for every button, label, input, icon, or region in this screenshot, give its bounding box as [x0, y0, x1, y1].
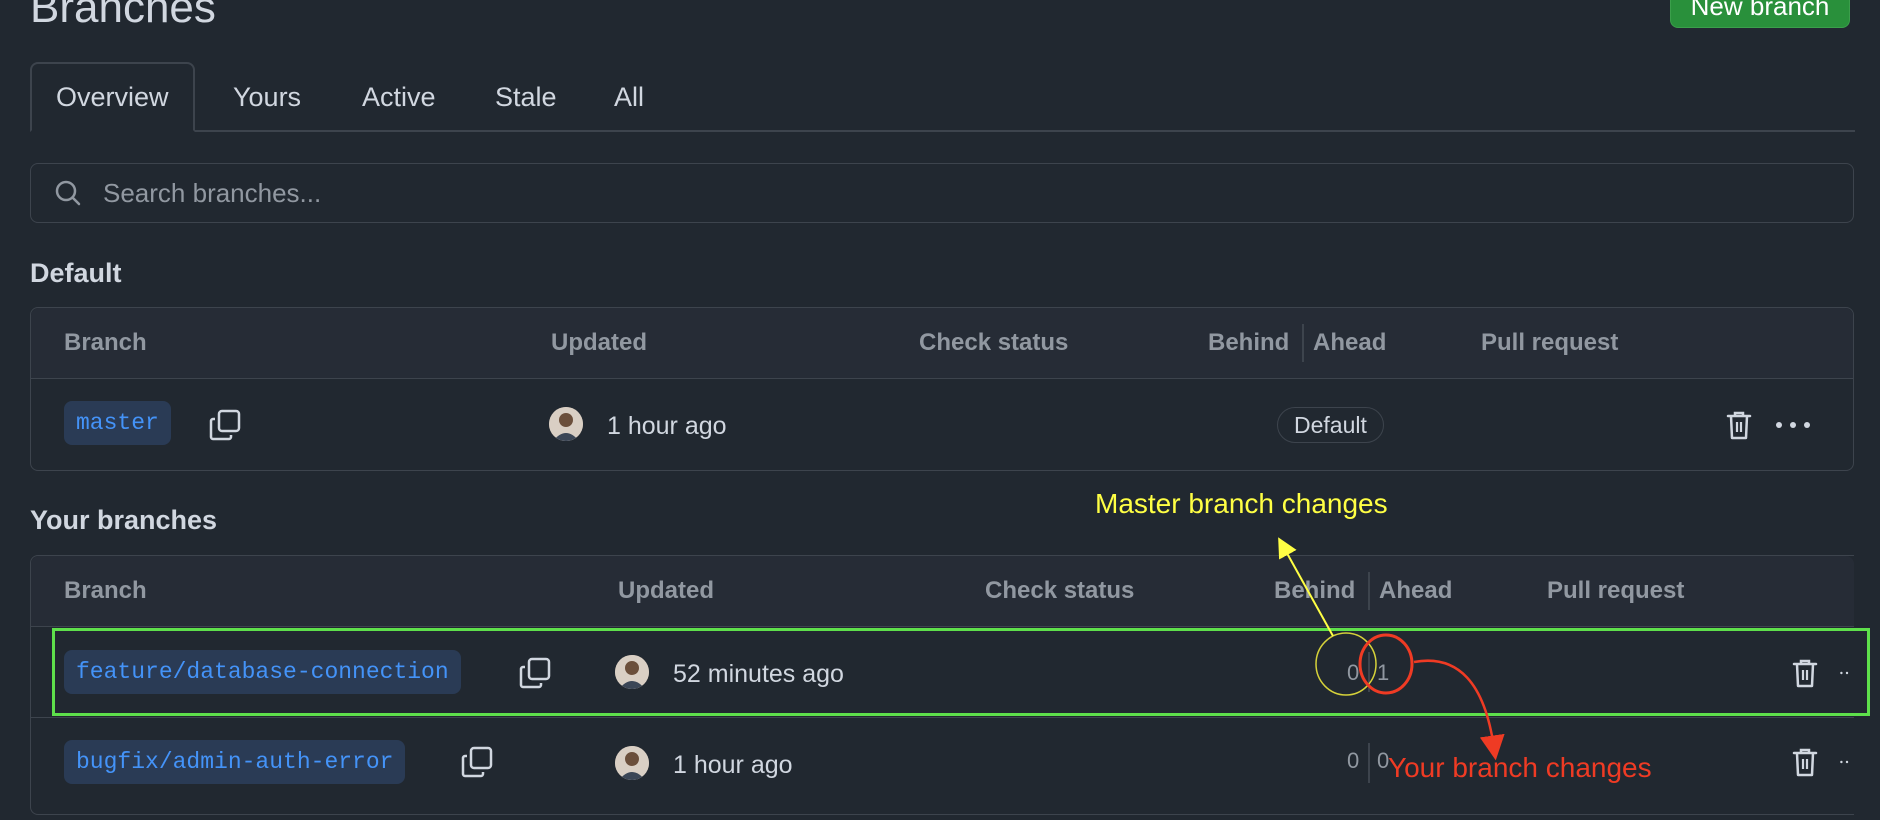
your-branches-section-title: Your branches: [30, 505, 218, 535]
your-changes-annotation: Your branch changes: [1388, 752, 1652, 783]
behind-count: 0: [1347, 748, 1360, 773]
count-divider: [1368, 743, 1370, 783]
branch-name-link[interactable]: bugfix/admin-auth-error: [64, 740, 406, 784]
header-updated: Updated: [551, 329, 647, 356]
trash-icon[interactable]: [1787, 655, 1823, 691]
table-row: feature/database-connection 52 minutes a…: [31, 627, 1854, 717]
header-divider: [1302, 324, 1304, 362]
master-changes-annotation: Master branch changes: [1095, 488, 1388, 519]
header-behind: Behind: [1208, 329, 1290, 356]
trash-icon[interactable]: [1721, 407, 1757, 443]
header-branch: Branch: [64, 577, 147, 604]
new-branch-button[interactable]: New branch: [1670, 0, 1850, 28]
branch-tabs: Overview Yours Active Stale All: [30, 62, 1855, 132]
count-divider: [1368, 652, 1370, 692]
kebab-horizontal-icon[interactable]: [1839, 756, 1855, 768]
search-icon: [51, 176, 85, 210]
copy-icon[interactable]: [207, 407, 243, 443]
header-divider: [1368, 572, 1370, 610]
tab-overview[interactable]: Overview: [30, 62, 195, 132]
search-box[interactable]: [30, 163, 1854, 223]
header-ahead: Ahead: [1313, 329, 1387, 356]
header-behind: Behind: [1274, 577, 1356, 604]
page-title: Branches: [30, 0, 216, 32]
behind-count: 0: [1347, 660, 1360, 685]
tab-all[interactable]: All: [614, 62, 644, 132]
kebab-horizontal-icon[interactable]: [1839, 667, 1855, 679]
avatar: [615, 746, 649, 780]
table-header: Branch Updated Check status Behind Ahead…: [31, 308, 1853, 379]
ahead-count: 1: [1377, 660, 1390, 685]
updated-time: 52 minutes ago: [673, 660, 844, 688]
header-pull-request: Pull request: [1547, 577, 1685, 604]
header-pull-request: Pull request: [1481, 329, 1619, 356]
header-updated: Updated: [618, 577, 714, 604]
branch-name-link[interactable]: feature/database-connection: [64, 650, 461, 694]
kebab-horizontal-icon[interactable]: [1773, 409, 1813, 441]
default-section-title: Default: [30, 258, 122, 288]
copy-icon[interactable]: [459, 744, 495, 780]
header-branch: Branch: [64, 329, 147, 356]
table-row: master 1 hour ago Default: [31, 379, 1853, 471]
default-branches-table: Branch Updated Check status Behind Ahead…: [30, 307, 1854, 471]
branch-name-link[interactable]: master: [64, 401, 171, 445]
tab-active[interactable]: Active: [362, 62, 436, 132]
updated-time: 1 hour ago: [607, 412, 727, 440]
table-header: Branch Updated Check status Behind Ahead…: [31, 556, 1854, 627]
tab-stale[interactable]: Stale: [495, 62, 557, 132]
avatar: [549, 407, 583, 441]
header-check-status: Check status: [985, 577, 1135, 604]
search-input[interactable]: [101, 176, 1805, 210]
trash-icon[interactable]: [1787, 744, 1823, 780]
default-badge: Default: [1277, 407, 1384, 443]
tab-yours[interactable]: Yours: [233, 62, 301, 132]
updated-time: 1 hour ago: [673, 751, 793, 779]
copy-icon[interactable]: [517, 655, 553, 691]
header-ahead: Ahead: [1379, 577, 1453, 604]
header-check-status: Check status: [919, 329, 1069, 356]
avatar: [615, 655, 649, 689]
